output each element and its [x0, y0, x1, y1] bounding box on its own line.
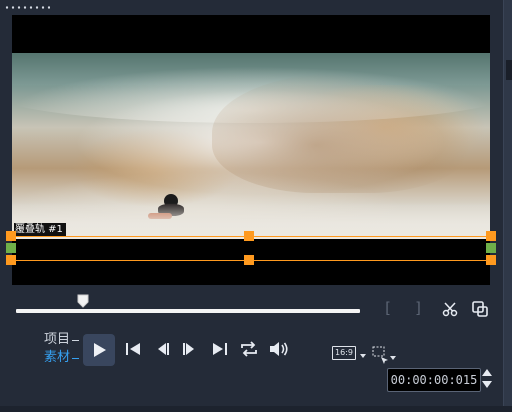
next-frame-button[interactable]	[180, 340, 202, 360]
repeat-icon	[241, 341, 257, 357]
go-to-start-icon	[126, 343, 140, 355]
aspect-ratio-dropdown-icon[interactable]	[360, 354, 366, 358]
overlay-handle-tr[interactable]	[486, 231, 496, 241]
next-frame-icon	[183, 343, 194, 355]
video-wave-curl	[212, 73, 472, 193]
previous-frame-icon	[158, 343, 169, 355]
play-icon	[94, 343, 106, 357]
scrubber-track[interactable]	[16, 309, 360, 313]
panel-grip[interactable]	[4, 6, 50, 9]
scissors-icon[interactable]	[441, 300, 459, 318]
volume-icon	[270, 342, 288, 356]
select-pointer-icon	[381, 350, 389, 364]
previous-frame-button[interactable]	[154, 340, 176, 360]
copy-icon[interactable]	[471, 300, 489, 318]
repeat-button[interactable]	[238, 339, 260, 359]
mark-in-icon[interactable]: [	[383, 299, 392, 317]
aspect-ratio-button[interactable]: 16:9	[332, 346, 356, 360]
overlay-handle-ml[interactable]	[6, 243, 16, 253]
select-dropdown-icon[interactable]	[390, 356, 396, 360]
scrubber-thumb[interactable]	[77, 293, 89, 308]
clip-mode-label[interactable]: 素材	[44, 350, 70, 366]
timecode-down-icon[interactable]	[482, 381, 492, 388]
overlay-handle-bl[interactable]	[6, 255, 16, 265]
go-to-end-button[interactable]	[211, 340, 233, 360]
overlay-handle-mr[interactable]	[486, 243, 496, 253]
timecode-display[interactable]: 00:00:00:015	[387, 368, 481, 392]
volume-button[interactable]	[268, 339, 290, 359]
overlay-handle-tl[interactable]	[6, 231, 16, 241]
project-mode-label[interactable]: 项目	[44, 332, 70, 348]
overlay-handle-bc[interactable]	[244, 255, 254, 265]
bottom-border	[0, 406, 512, 412]
clip-mode-dash	[72, 358, 79, 359]
right-panel-scroll	[506, 60, 512, 80]
mark-out-icon[interactable]: ]	[414, 299, 423, 317]
project-mode-dash	[72, 340, 79, 341]
go-to-end-icon	[213, 343, 227, 355]
overlay-handle-tc[interactable]	[244, 231, 254, 241]
video-frame	[12, 53, 490, 239]
overlay-handle-br[interactable]	[486, 255, 496, 265]
timecode-up-icon[interactable]	[482, 369, 492, 376]
play-button[interactable]	[83, 334, 115, 366]
go-to-start-button[interactable]	[124, 340, 146, 360]
overlay-track-label: 覆叠轨 #1	[14, 223, 66, 236]
